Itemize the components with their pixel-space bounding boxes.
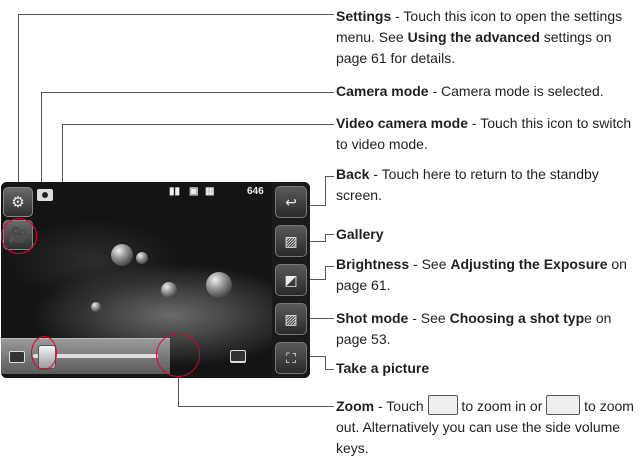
leader-take-bottom — [325, 369, 334, 370]
leader-zoom-h — [178, 406, 334, 407]
camera-mode-text: - Camera mode is selected. — [428, 83, 604, 99]
camera-mode-indicator — [37, 189, 53, 201]
leader-brightness-top — [325, 266, 334, 267]
zoom-text-b: to zoom in or — [457, 398, 547, 414]
leader-gallery-v — [325, 234, 326, 242]
memory-icon: ▣ — [189, 186, 199, 197]
leader-take-v — [325, 356, 326, 370]
leader-back-h — [310, 205, 326, 206]
right-control-bar: ↩ ▨ ◩ ▨ ⛶ — [272, 182, 310, 378]
take-picture-button[interactable]: ⛶ — [275, 342, 307, 374]
brightness-icon: ◩ — [284, 271, 298, 288]
back-button[interactable]: ↩ — [275, 186, 307, 218]
shot-mode-title: Shot mode — [336, 310, 409, 326]
back-text: - Touch here to return to the standby sc… — [336, 166, 599, 203]
callout-take-picture: Take a picture — [336, 358, 636, 379]
zoom-in-button[interactable] — [230, 350, 246, 362]
highlight-zoom-thumb — [31, 336, 57, 370]
brightness-title: Brightness — [336, 256, 410, 272]
zoom-bar — [1, 338, 246, 374]
shot-mode-ref: Choosing a shot typ — [449, 310, 585, 326]
size-icon: ▦ — [205, 186, 215, 197]
zoom-text-a: - Touch — [374, 398, 428, 414]
zoom-out-inline-icon — [546, 395, 581, 415]
brightness-button[interactable]: ◩ — [275, 264, 307, 296]
leader-brightness-v — [325, 266, 326, 280]
brightness-ref: Adjusting the Exposure — [450, 256, 608, 272]
settings-button[interactable]: ⚙ — [3, 187, 33, 217]
leader-camera-h — [41, 92, 334, 93]
water-drop — [111, 244, 133, 266]
water-drop — [136, 252, 148, 264]
settings-title: Settings — [336, 8, 392, 24]
callout-gallery: Gallery — [336, 224, 636, 245]
back-title: Back — [336, 166, 370, 182]
callout-video-mode: Video camera mode - Touch this icon to s… — [336, 113, 636, 155]
shot-count: 646 — [247, 186, 264, 197]
camera-icon — [42, 192, 48, 198]
back-arrow-icon: ↩ — [285, 193, 297, 210]
leader-gallery-h — [310, 241, 326, 242]
callout-camera-mode: Camera mode - Camera mode is selected. — [336, 81, 636, 102]
leader-zoom-v — [178, 377, 179, 407]
callout-zoom: Zoom - Touch to zoom in or to zoom out. … — [336, 395, 636, 459]
leader-shot-h — [310, 318, 334, 319]
zoom-title: Zoom — [336, 398, 375, 414]
callout-settings: Settings - Touch this icon to open the s… — [336, 6, 636, 69]
leader-gallery-top — [325, 234, 334, 235]
leader-back-top — [325, 176, 334, 177]
shot-mode-text-a: - See — [408, 310, 450, 326]
leader-settings-v — [18, 14, 19, 196]
highlight-video-button — [1, 218, 37, 254]
highlight-zoom-track — [156, 333, 200, 377]
shutter-icon: ⛶ — [286, 349, 296, 366]
brightness-text-a: - See — [409, 256, 451, 272]
camera-mode-title: Camera mode — [336, 83, 429, 99]
zoom-out-icon[interactable] — [9, 351, 25, 363]
leader-brightness-h — [310, 279, 326, 280]
water-drop — [161, 282, 177, 298]
gallery-title: Gallery — [336, 226, 384, 242]
gallery-button[interactable]: ▨ — [275, 225, 307, 257]
leader-back-v — [325, 176, 326, 206]
callout-back: Back - Touch here to return to the stand… — [336, 164, 636, 206]
shot-mode-icon: ▨ — [284, 310, 298, 327]
take-picture-title: Take a picture — [336, 360, 430, 376]
water-drop — [206, 272, 232, 298]
water-drop — [91, 302, 101, 312]
gear-icon: ⚙ — [11, 194, 25, 211]
callout-brightness: Brightness - See Adjusting the Exposure … — [336, 254, 636, 296]
leader-take-h — [310, 356, 326, 357]
leader-camera-v — [41, 92, 42, 190]
gallery-icon: ▨ — [284, 232, 298, 249]
settings-ref: Using the advanced — [407, 29, 540, 45]
leader-video-h — [62, 124, 334, 125]
shot-mode-button[interactable]: ▨ — [275, 303, 307, 335]
callout-shot-mode: Shot mode - See Choosing a shot type on … — [336, 308, 636, 350]
battery-icon: ▮▮ — [169, 186, 181, 197]
zoom-in-inline-icon — [427, 395, 458, 415]
video-mode-title: Video camera mode — [336, 115, 469, 131]
leader-settings-h — [18, 14, 334, 15]
